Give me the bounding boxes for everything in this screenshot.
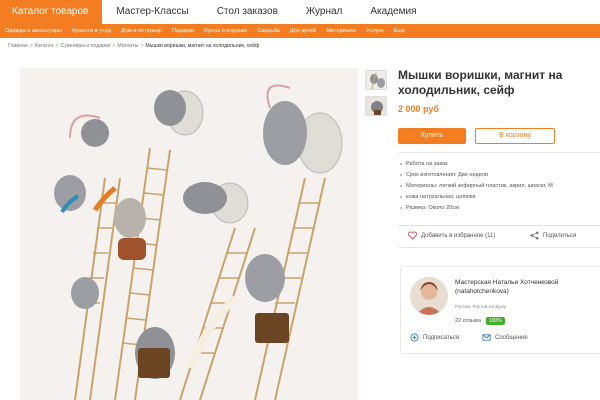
product-price: 2 000 руб	[398, 104, 439, 114]
subnav-item-dolls[interactable]: Куклы и игрушки	[199, 28, 252, 34]
subnav-item-materials[interactable]: Материалы	[321, 28, 361, 34]
envelope-icon	[482, 334, 491, 341]
share-label: Поделиться	[543, 232, 577, 239]
spec-item: кожа натуральная, шляпки	[398, 192, 600, 203]
subnav-item-home[interactable]: Дом и интерьер	[116, 28, 167, 34]
reviews-count: 22 отзыва	[455, 318, 481, 324]
breadcrumb: Главная > Каталог > Сувениры и подарки > Магни…	[8, 43, 259, 49]
subscribe-label: Подписаться	[423, 334, 459, 341]
thumbnail-2-illustration	[366, 97, 386, 115]
breadcrumb-magnets[interactable]: Магниты	[117, 43, 138, 49]
seller-name-link[interactable]: Мастерская Натальи Хотченковой (natahotc…	[455, 278, 600, 296]
subnav-item-wedding[interactable]: Свадьба	[252, 28, 284, 34]
tab-master-classes[interactable]: Мастер-Классы	[102, 0, 202, 24]
subnav-item-clothing[interactable]: Одежда и аксессуары	[0, 28, 67, 34]
divider	[398, 247, 600, 248]
thumbnail-1-illustration	[366, 71, 386, 89]
category-navigation: Одежда и аксессуары Красота и уход Дом и…	[0, 24, 600, 38]
share-link[interactable]: Поделиться	[530, 231, 576, 240]
share-icon	[530, 231, 539, 240]
thumbnail-list	[365, 70, 389, 122]
breadcrumb-separator: >	[55, 43, 59, 49]
add-to-favorites-link[interactable]: Добавить в избранное (11)	[408, 231, 495, 240]
thumbnail-image[interactable]	[365, 70, 387, 90]
tab-journal[interactable]: Журнал	[292, 0, 357, 24]
seller-reviews[interactable]: 22 отзыва 100%	[455, 317, 505, 325]
subnav-item-beauty[interactable]: Красота и уход	[67, 28, 116, 34]
top-navigation: Каталог товаров Мастер-Классы Стол заказ…	[0, 0, 600, 24]
breadcrumb-home[interactable]: Главная	[8, 43, 28, 49]
breadcrumb-catalog[interactable]: Каталог	[35, 43, 54, 49]
favorites-label: Добавить в избранное (11)	[421, 232, 496, 239]
subnav-item-gifts[interactable]: Подарки	[167, 28, 199, 34]
breadcrumb-current: Мышки воришки, магнит на холодильник, се…	[145, 43, 260, 49]
breadcrumb-souvenirs[interactable]: Сувениры и подарки	[61, 43, 111, 49]
subnav-item-kids[interactable]: Для детей	[285, 28, 322, 34]
breadcrumb-separator: >	[29, 43, 33, 49]
rating-badge: 100%	[485, 317, 505, 325]
message-label: Сообщение	[495, 334, 528, 341]
spec-item: Работа на заказ	[398, 159, 600, 170]
tab-academy[interactable]: Академия	[356, 0, 430, 24]
subnav-item-more[interactable]: Еще	[388, 28, 409, 34]
spec-item: Размер: Около 20см	[398, 203, 600, 214]
add-to-cart-button[interactable]: В корзину	[475, 128, 555, 144]
subscribe-link[interactable]: Подписаться	[410, 333, 459, 342]
message-link[interactable]: Сообщение	[482, 333, 528, 342]
divider	[398, 225, 600, 226]
product-main-photo[interactable]	[20, 68, 358, 400]
spec-item: Срок изготовления: Две недели	[398, 170, 600, 181]
tab-order-table[interactable]: Стол заказов	[203, 0, 292, 24]
product-photo-illustration	[20, 68, 358, 400]
buy-button[interactable]: Купить	[398, 128, 466, 144]
divider	[398, 152, 600, 153]
tab-catalog[interactable]: Каталог товаров	[0, 0, 103, 24]
plus-circle-icon	[410, 333, 419, 342]
seller-avatar[interactable]	[410, 277, 448, 315]
product-title: Мышки воришки, магнит на холодильник, се…	[398, 68, 563, 97]
spec-item: Материалы: легкий зефирный пластик, акри…	[398, 181, 600, 192]
seller-location: Россия, Ростов-на-Дону	[455, 304, 507, 309]
seller-avatar-illustration	[410, 277, 448, 315]
thumbnail-image[interactable]	[365, 96, 387, 116]
product-specs: Работа на заказ Срок изготовления: Две н…	[398, 159, 600, 214]
subnav-item-services[interactable]: Услуги	[361, 28, 388, 34]
heart-icon	[408, 231, 417, 240]
